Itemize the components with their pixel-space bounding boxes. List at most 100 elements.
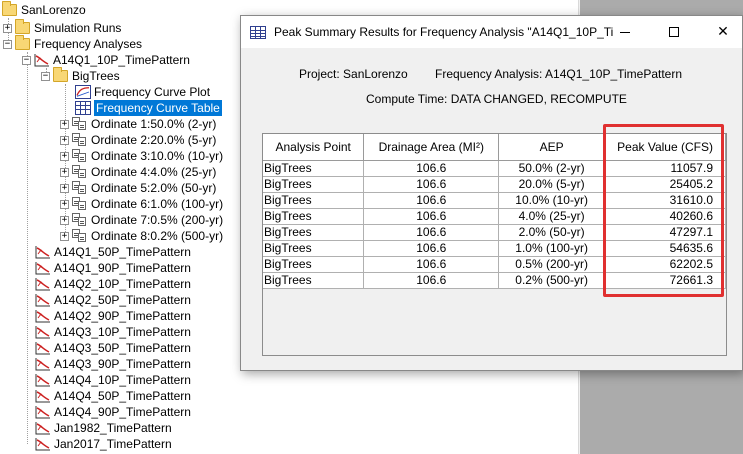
tree-item-label: Frequency Curve Plot (94, 85, 211, 99)
tree-item-analysis[interactable]: A14Q2_10P_TimePattern (35, 276, 191, 292)
tree-item-bigtrees[interactable]: − BigTrees (41, 67, 120, 84)
table-cell: 106.6 (363, 192, 500, 209)
ordinate-icon (72, 181, 88, 195)
table-cell: BigTrees (263, 160, 365, 177)
frequency-analysis-icon (35, 278, 50, 291)
ordinate-icon (72, 197, 88, 211)
table-cell: 106.6 (363, 240, 500, 257)
peak-value-highlight-box (603, 124, 724, 297)
tree-item-label-selected: Frequency Curve Table (94, 100, 222, 116)
tree-item-label: Ordinate 4:4.0% (25-yr) (91, 165, 217, 179)
compute-time-label: Compute Time: DATA CHANGED, RECOMPUTE (366, 92, 627, 106)
tree-item-analysis[interactable]: A14Q2_90P_TimePattern (35, 308, 191, 324)
dialog-titlebar[interactable]: Peak Summary Results for Frequency Analy… (241, 16, 742, 48)
table-cell: BigTrees (263, 272, 365, 289)
table-cell: 2.0% (50-yr) (498, 224, 606, 241)
tree-item-label: A14Q4_10P_TimePattern (54, 373, 191, 387)
tree-item-label: A14Q3_10P_TimePattern (54, 325, 191, 339)
table-cell: 0.5% (200-yr) (498, 256, 606, 273)
expand-plus-icon[interactable]: + (60, 151, 69, 161)
tree-item-label: Jan1982_TimePattern (54, 421, 172, 435)
tree-item-label: Ordinate 8:0.2% (500-yr) (91, 229, 224, 243)
tree-item-label: A14Q3_90P_TimePattern (54, 357, 191, 371)
dialog-title: Peak Summary Results for Frequency Analy… (274, 25, 614, 39)
maximize-icon (669, 27, 679, 37)
frequency-analysis-icon (35, 358, 50, 371)
tree-item-frequency-analyses[interactable]: − Frequency Analyses (3, 35, 142, 52)
frequency-analysis-icon (35, 262, 50, 275)
tree-item-frequency-curve-plot[interactable]: Frequency Curve Plot (75, 84, 210, 100)
tree-item-analysis[interactable]: Jan1982_TimePattern (35, 420, 172, 436)
tree-item-ordinate[interactable]: + Ordinate 1:50.0% (2-yr) (60, 116, 216, 132)
tree-item-analysis[interactable]: A14Q4_10P_TimePattern (35, 372, 191, 388)
column-header-drainage-area[interactable]: Drainage Area (MI²) (363, 134, 500, 161)
folder-icon (2, 1, 17, 16)
tree-item-label: Ordinate 3:10.0% (10-yr) (91, 149, 224, 163)
collapse-minus-icon[interactable]: − (3, 39, 12, 49)
tree-item-label: Ordinate 7:0.5% (200-yr) (91, 213, 224, 227)
tree-item-label: Simulation Runs (34, 21, 122, 35)
tree-item-label: A14Q2_90P_TimePattern (54, 309, 191, 323)
tree-item-ordinate[interactable]: + Ordinate 8:0.2% (500-yr) (60, 228, 223, 244)
frequency-analysis-icon (35, 422, 50, 435)
collapse-minus-icon[interactable]: − (22, 55, 31, 65)
table-cell: 106.6 (363, 272, 500, 289)
collapse-minus-icon[interactable]: − (41, 71, 50, 81)
frequency-analysis-icon (35, 326, 50, 339)
folder-icon (15, 19, 30, 34)
tree-item-simulation-runs[interactable]: + Simulation Runs (3, 19, 122, 36)
tree-item-analysis[interactable]: A14Q3_90P_TimePattern (35, 356, 191, 372)
table-cell: BigTrees (263, 224, 365, 241)
tree-item-ordinate[interactable]: + Ordinate 5:2.0% (50-yr) (60, 180, 216, 196)
column-header-analysis-point[interactable]: Analysis Point (263, 134, 365, 161)
table-cell: 106.6 (363, 160, 500, 177)
expand-plus-icon[interactable]: + (60, 119, 69, 129)
expand-plus-icon[interactable]: + (60, 135, 69, 145)
frequency-analysis-icon (35, 374, 50, 387)
tree-root-label: SanLorenzo (21, 3, 86, 17)
tree-item-analysis[interactable]: A14Q3_50P_TimePattern (35, 340, 191, 356)
frequency-analysis-icon (34, 54, 49, 67)
tree-item-label: Ordinate 1:50.0% (2-yr) (91, 117, 217, 131)
frequency-analysis-icon (35, 406, 50, 419)
expand-plus-icon[interactable]: + (60, 199, 69, 209)
tree-item-label: A14Q4_50P_TimePattern (54, 389, 191, 403)
expand-plus-icon[interactable]: + (60, 215, 69, 225)
folder-icon (53, 67, 68, 82)
tree-item-label: A14Q3_50P_TimePattern (54, 341, 191, 355)
table-cell: 106.6 (363, 224, 500, 241)
tree-item-ordinate[interactable]: + Ordinate 4:4.0% (25-yr) (60, 164, 216, 180)
expand-plus-icon[interactable]: + (60, 231, 69, 241)
expand-plus-icon[interactable]: + (60, 167, 69, 177)
ordinate-icon (72, 133, 88, 147)
tree-item-ordinate[interactable]: + Ordinate 7:0.5% (200-yr) (60, 212, 223, 228)
tree-item-ordinate[interactable]: + Ordinate 6:1.0% (100-yr) (60, 196, 223, 212)
table-cell: BigTrees (263, 192, 365, 209)
tree-item-analysis[interactable]: A14Q1_90P_TimePattern (35, 260, 191, 276)
table-cell: 50.0% (2-yr) (498, 160, 606, 177)
expand-plus-icon[interactable]: + (60, 183, 69, 193)
tree-item-ordinate[interactable]: + Ordinate 3:10.0% (10-yr) (60, 148, 223, 164)
frequency-analysis-icon (35, 390, 50, 403)
maximize-button[interactable] (651, 16, 697, 48)
tree-item-analysis[interactable]: A14Q2_50P_TimePattern (35, 292, 191, 308)
tree-item-analysis[interactable]: Jan2017_TimePattern (35, 436, 172, 452)
tree-root[interactable]: SanLorenzo (2, 1, 86, 18)
expand-plus-icon[interactable]: + (3, 23, 12, 33)
tree-item-analysis[interactable]: A14Q4_50P_TimePattern (35, 388, 191, 404)
close-button[interactable]: ✕ (700, 16, 743, 48)
frequency-analysis-icon (35, 294, 50, 307)
tree-item-analysis-selected[interactable]: − A14Q1_10P_TimePattern (22, 52, 190, 68)
tree-item-analysis[interactable]: A14Q4_90P_TimePattern (35, 404, 191, 420)
column-header-aep[interactable]: AEP (498, 134, 606, 161)
tree-item-frequency-curve-table[interactable]: Frequency Curve Table (75, 100, 222, 116)
tree-item-analysis[interactable]: A14Q1_50P_TimePattern (35, 244, 191, 260)
ordinate-icon (72, 165, 88, 179)
frequency-analysis-icon (35, 438, 50, 451)
minimize-button[interactable] (602, 16, 648, 48)
tree-item-ordinate[interactable]: + Ordinate 2:20.0% (5-yr) (60, 132, 216, 148)
table-cell: BigTrees (263, 176, 365, 193)
table-cell: BigTrees (263, 208, 365, 225)
tree-item-analysis[interactable]: A14Q3_10P_TimePattern (35, 324, 191, 340)
ordinate-icon (72, 149, 88, 163)
